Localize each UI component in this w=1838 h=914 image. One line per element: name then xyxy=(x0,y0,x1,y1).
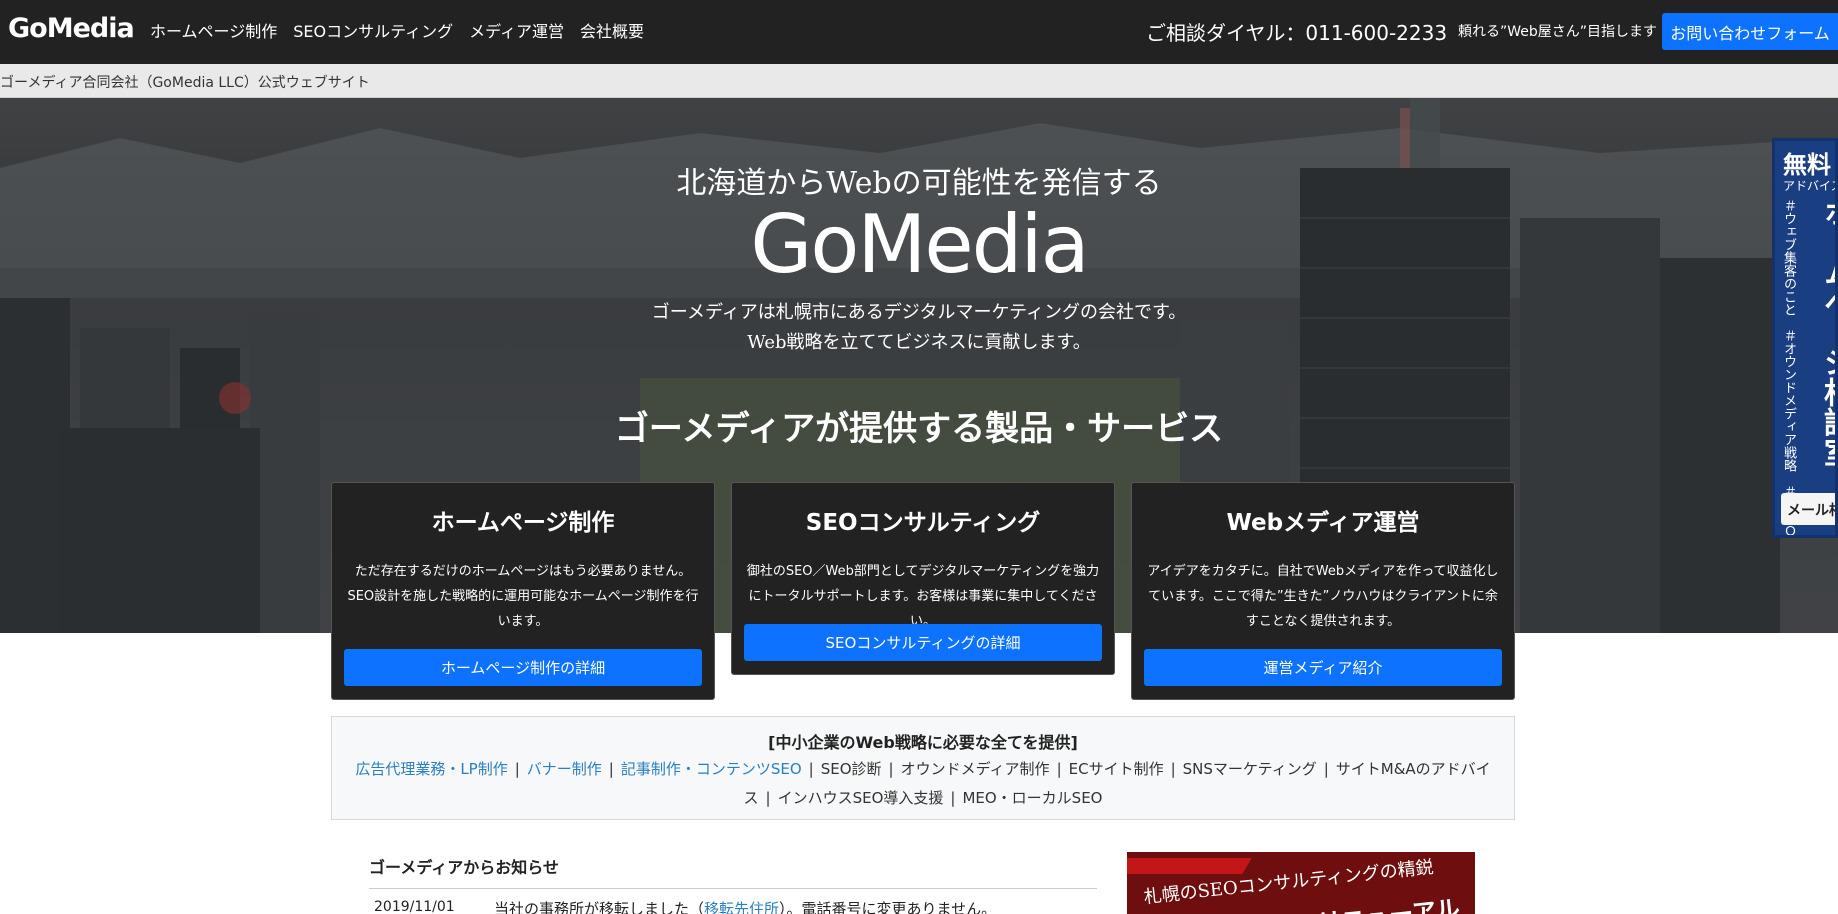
site-subtitle: ゴーメディア合同会社（GoMedia LLC）公式ウェブサイト xyxy=(0,75,370,91)
service-tag: SEO診断 xyxy=(820,760,882,778)
news-divider xyxy=(369,888,1097,889)
card-text: ただ存在するだけのホームページはもう必要ありません。SEO設計を施した戦略的に運… xyxy=(347,564,699,629)
service-tag: オウンドメディア制作 xyxy=(900,760,1050,778)
card-title: ホームページ制作 xyxy=(431,510,615,536)
services-heading: ゴーメディアが提供する製品・サービス xyxy=(614,409,1224,449)
services-tags-box: [中小企業のWeb戦略に必要な全てを提供] 広告代理業務・LP制作 | バナー制作 |… xyxy=(331,716,1515,820)
mail-consult-button[interactable]: メール相談 xyxy=(1781,493,1835,525)
header-tagline: 頼れる”Web屋さん”目指します xyxy=(1458,24,1658,40)
news-date: 2019/11/01 xyxy=(374,899,455,914)
card-text: 御社のSEO／Web部門としてデジタルマーケティングを強力にトータルサポートしま… xyxy=(746,564,1100,629)
promo-line2: リニューアル xyxy=(1316,889,1462,914)
card-text: アイデアをカタチに。自社でWebメディアを作って収益化しています。ここで得た”生… xyxy=(1147,564,1499,629)
top-nav-bar: GoMedia ホームページ制作 SEOコンサルティング メディア運営 会社概要… xyxy=(0,0,1838,64)
news-text-after: ）。電話番号に変更ありません。 xyxy=(779,900,997,914)
hero-description-line: Web戦略を立ててビジネスに貢献します。 xyxy=(747,332,1091,353)
nav-item-media[interactable]: メディア運営 xyxy=(469,18,564,42)
nav-item-company[interactable]: 会社概要 xyxy=(580,18,644,42)
hero-description-line: ゴーメディアは札幌市にあるデジタルマーケティングの会社です。 xyxy=(651,302,1187,323)
service-tag: インハウスSEO導入支援 xyxy=(777,789,944,807)
hero-logo: GoMedia xyxy=(750,198,1089,291)
site-logo[interactable]: GoMedia xyxy=(8,13,135,44)
consultation-side-banner[interactable]: 無料 アドバイス ＃ウェブ集客のこと ＃オウンドメディア戦略 ＃ＳＥＯのこと ＃… xyxy=(1772,138,1838,538)
card-title: SEOコンサルティング xyxy=(805,510,1041,536)
seo-promo-banner[interactable]: 札幌のSEOコンサルティングの精鋭 リニューアル xyxy=(1127,852,1475,914)
homepage-detail-button[interactable]: ホームページ制作の詳細 xyxy=(344,649,702,686)
news-text-before: 当社の事務所が移転しました（ xyxy=(494,900,705,914)
services-tags-title: [中小企業のWeb戦略に必要な全てを提供] xyxy=(768,733,1078,752)
service-tag: ECサイト制作 xyxy=(1068,760,1164,778)
service-card-media: Webメディア運営 アイデアをカタチに。自社でWebメディアを作って収益化してい… xyxy=(1131,482,1515,700)
news-item: 当社の事務所が移転しました（移転先住所）。電話番号に変更ありません。 xyxy=(494,898,996,914)
seo-detail-button[interactable]: SEOコンサルティングの詳細 xyxy=(744,624,1102,661)
banner-tags: ＃ウェブ集客のこと ＃オウンドメディア戦略 ＃ＳＥＯのこと ＃迷っていること ＃… xyxy=(1781,199,1796,538)
card-title: Webメディア運営 xyxy=(1226,510,1420,536)
service-card-homepage: ホームページ制作 ただ存在するだけのホームページはもう必要ありません。SEO設計… xyxy=(331,482,715,700)
service-tag: SNSマーケティング xyxy=(1182,760,1317,778)
phone-dial[interactable]: ご相談ダイヤル：011-600-2233 xyxy=(1146,17,1447,46)
banner-free-label: 無料 xyxy=(1783,151,1831,179)
news-title: ゴーメディアからお知らせ xyxy=(369,858,559,877)
service-tag-link[interactable]: 記事制作・コンテンツSEO xyxy=(621,760,802,778)
service-card-seo: SEOコンサルティング 御社のSEO／Web部門としてデジタルマーケティングを強… xyxy=(731,482,1115,675)
service-tag-link[interactable]: 広告代理業務・LP制作 xyxy=(355,760,507,778)
banner-advice-label: アドバイス xyxy=(1783,179,1838,193)
hero-description: ゴーメディアは札幌市にあるデジタルマーケティングの会社です。 Web戦略を立てて… xyxy=(0,298,1838,358)
service-tag-link[interactable]: バナー制作 xyxy=(527,760,602,778)
site-subtitle-bar: ゴーメディア合同会社（GoMedia LLC）公式ウェブサイト xyxy=(0,64,1838,98)
nav-item-homepage[interactable]: ホームページ制作 xyxy=(150,18,277,42)
nav-item-seo[interactable]: SEOコンサルティング xyxy=(293,18,453,42)
service-tag: MEO・ローカルSEO xyxy=(962,789,1103,807)
banner-title: ホームページ相談室 xyxy=(1818,197,1838,467)
main-nav: ホームページ制作 SEOコンサルティング メディア運営 会社概要 xyxy=(150,0,644,60)
promo-stripe xyxy=(1127,858,1252,874)
news-link[interactable]: 移転先住所 xyxy=(704,900,779,914)
hero-kicker: 北海道からWebの可能性を発信する xyxy=(676,166,1162,201)
contact-form-button[interactable]: お問い合わせフォーム xyxy=(1662,13,1838,50)
media-intro-button[interactable]: 運営メディア紹介 xyxy=(1144,649,1502,686)
services-tags-list: 広告代理業務・LP制作 | バナー制作 | 記事制作・コンテンツSEO | SEO診断 | オウ… xyxy=(355,760,1491,807)
